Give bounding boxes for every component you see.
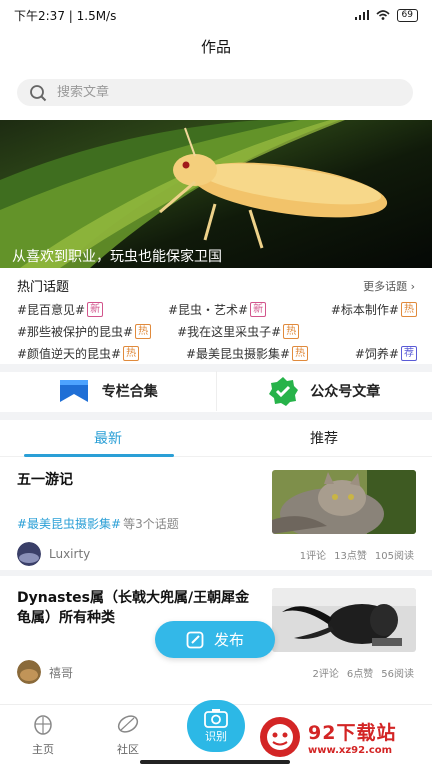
article-topic: #最美昆虫摄影集# 等3个话题 — [17, 515, 179, 532]
topic-row: #那些被保护的昆虫# 热 #我在这里采虫子# 热 — [17, 320, 417, 342]
recommend-badge: 荐 — [401, 345, 417, 361]
banner-carousel[interactable]: 从喜欢到职业，玩虫也能保家卫国 — [0, 120, 432, 268]
author-name: Luxirty — [49, 547, 91, 561]
topic-item[interactable]: #我在这里采虫子# 热 — [177, 323, 300, 340]
nav-community-label: 社区 — [117, 743, 139, 756]
article-title: 五一游记 — [17, 472, 73, 488]
hot-badge: 热 — [401, 301, 417, 317]
feed-tabs: 最新 推荐 — [0, 425, 432, 457]
avatar — [17, 542, 41, 566]
hot-badge: 热 — [292, 345, 309, 361]
watermark-logo-icon — [260, 717, 300, 757]
signal-icon — [354, 10, 369, 20]
article-thumbnail — [272, 470, 416, 534]
wechat-articles-label: 公众号文章 — [310, 384, 381, 400]
comment-count: 1评论 — [299, 551, 327, 562]
home-indicator — [140, 760, 290, 764]
camera-icon — [204, 709, 228, 728]
nav-home-label: 主页 — [32, 743, 54, 756]
nav-identify-label: 识别 — [205, 730, 227, 743]
publish-label: 发布 — [213, 631, 244, 649]
beetle-icon — [34, 715, 52, 735]
read-count: 105阅读 — [374, 551, 414, 562]
column-collection-label: 专栏合集 — [101, 384, 158, 400]
article-thumbnail — [272, 588, 416, 652]
active-tab-indicator — [24, 454, 174, 457]
divider — [0, 412, 432, 420]
nav-identify-button[interactable]: 识别 — [187, 700, 245, 752]
hot-badge: 热 — [283, 323, 300, 339]
avatar — [17, 660, 41, 684]
beetle-image — [272, 588, 416, 652]
cat-image — [272, 470, 416, 534]
watermark-title: 92下载站 — [308, 722, 397, 744]
article-author[interactable]: 禧哥 — [17, 660, 73, 684]
topic-item[interactable]: #那些被保护的昆虫# 热 — [17, 323, 152, 340]
topic-item[interactable]: #昆百意见# 新 — [17, 301, 104, 318]
article-stats: 1评论 13点赞 105阅读 — [300, 547, 414, 562]
hot-topics-header: 热门话题 更多话题 › — [17, 276, 415, 296]
article-stats: 2评论 6点赞 56阅读 — [313, 665, 414, 680]
topic-row: #颜值逆天的昆虫# 热 #最美昆虫摄影集# 热 #饲养# 荐 — [17, 342, 417, 364]
new-badge: 新 — [87, 301, 104, 317]
tab-recommend[interactable]: 推荐 — [216, 425, 432, 456]
status-bar: 下午2:37 | 1.5M/s 69 — [0, 0, 432, 30]
article-topic-count: 等3个话题 — [123, 517, 179, 531]
topic-item[interactable]: #颜值逆天的昆虫# 热 — [17, 345, 140, 362]
tab-latest[interactable]: 最新 — [0, 425, 216, 456]
topic-item[interactable]: #标本制作# 热 — [331, 301, 417, 318]
hot-badge: 热 — [123, 345, 140, 361]
article-topic-tag[interactable]: #最美昆虫摄影集# — [17, 517, 121, 531]
topic-item[interactable]: #最美昆虫摄影集# 热 — [186, 345, 309, 362]
search-bar[interactable] — [17, 79, 413, 106]
article-card[interactable]: 五一游记 #最美昆虫摄影集# 等3个话题 Luxirty 1评论 13点赞 105… — [0, 458, 432, 570]
hot-topics-list: #昆百意见# 新 #昆虫・艺术# 新 #标本制作# 热 #那些被保护的昆虫# 热 #我在… — [17, 298, 417, 364]
like-count: 6点赞 — [346, 669, 374, 680]
hot-badge: 热 — [135, 323, 152, 339]
hot-topics-title: 热门话题 — [17, 280, 70, 295]
watermark-url: www.xz92.com — [308, 745, 393, 756]
leaf-icon — [117, 715, 139, 733]
read-count: 56阅读 — [381, 669, 414, 680]
topic-item[interactable]: #昆虫・艺术# 新 — [168, 301, 267, 318]
edit-icon — [186, 631, 204, 648]
verified-check-icon — [269, 377, 299, 406]
column-collection-button[interactable]: 专栏合集 — [0, 371, 216, 411]
more-topics-link[interactable]: 更多话题 › — [363, 278, 415, 294]
watermark: 92下载站 www.xz92.com — [258, 708, 428, 766]
nav-home[interactable]: 主页 — [13, 713, 73, 757]
topic-row: #昆百意见# 新 #昆虫・艺术# 新 #标本制作# 热 — [17, 298, 417, 320]
comment-count: 2评论 — [312, 669, 339, 680]
nav-community[interactable]: 社区 — [98, 713, 158, 757]
wifi-icon — [375, 10, 390, 20]
article-author[interactable]: Luxirty — [17, 542, 90, 566]
publish-button[interactable]: 发布 — [155, 621, 275, 658]
search-icon — [30, 84, 47, 101]
status-icons: 69 — [354, 8, 418, 22]
battery-icon: 69 — [396, 8, 418, 22]
new-badge: 新 — [250, 301, 267, 317]
watermark-text: 92下载站 www.xz92.com — [308, 718, 396, 756]
status-time: 下午2:37 | 1.5M/s — [14, 8, 117, 23]
author-name: 禧哥 — [49, 665, 74, 680]
topic-item[interactable]: #饲养# 荐 — [355, 345, 417, 362]
banner-caption: 从喜欢到职业，玩虫也能保家卫国 — [12, 249, 222, 265]
like-count: 13点赞 — [334, 551, 367, 562]
collections-bar: 专栏合集 公众号文章 — [0, 371, 432, 411]
page-title: 作品 — [200, 38, 231, 56]
search-input[interactable] — [57, 85, 357, 100]
wechat-articles-button[interactable]: 公众号文章 — [215, 371, 432, 411]
bookmark-icon — [59, 380, 88, 402]
